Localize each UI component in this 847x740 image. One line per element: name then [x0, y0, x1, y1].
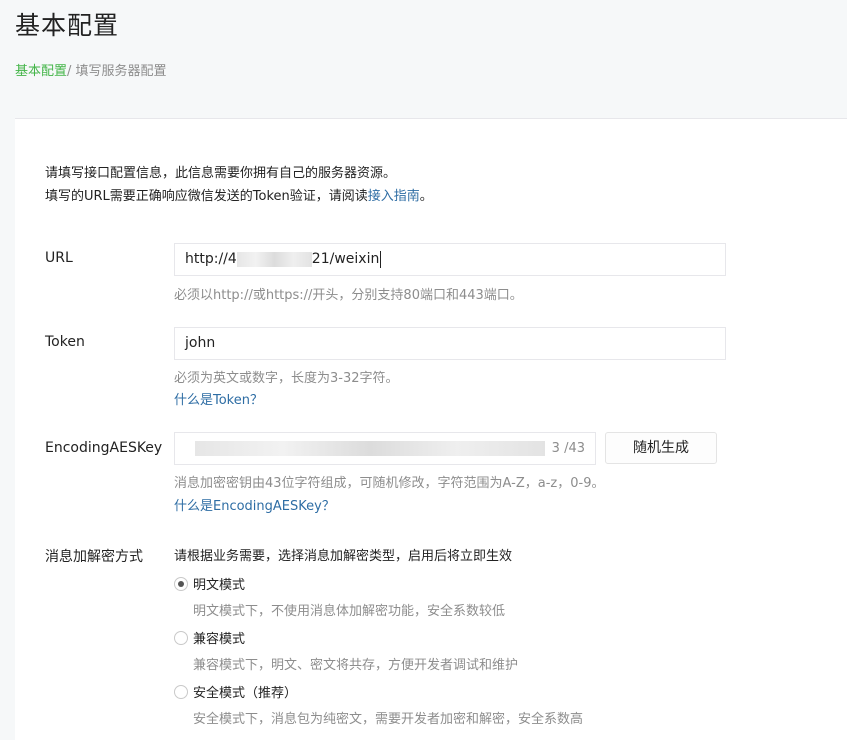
aeskey-label: EncodingAESKey [45, 440, 163, 456]
token-input[interactable]: john [174, 327, 726, 360]
intro-text: 请填写接口配置信息，此信息需要你拥有自己的服务器资源。 填写的URL需要正确响应… [45, 162, 433, 208]
intro-line-2: 填写的URL需要正确响应微信发送的Token验证，请阅读接入指南。 [45, 185, 433, 208]
intro-line-1: 请填写接口配置信息，此信息需要你拥有自己的服务器资源。 [45, 166, 397, 181]
url-value-start: http://4 [185, 251, 237, 267]
url-hint: 必须以http://或https://开头，分别支持80端口和443端口。 [174, 288, 523, 303]
radio-plaintext-mode[interactable]: 明文模式 [174, 574, 245, 593]
what-is-token-link[interactable]: 什么是Token？ [174, 389, 263, 408]
radio-secure-label: 安全模式（推荐） [193, 686, 298, 701]
radio-unchecked-icon[interactable] [174, 684, 188, 699]
aeskey-char-counter: 3 /43 [545, 433, 585, 464]
radio-compatible-mode[interactable]: 兼容模式 [174, 628, 245, 647]
aeskey-hint: 消息加密密钥由43位字符组成，可随机修改，字符范围为A-Z，a-z，0-9。 [174, 476, 605, 491]
access-guide-link[interactable]: 接入指南 [368, 189, 420, 204]
url-value-end: 21/weixin [311, 251, 380, 267]
radio-unchecked-icon[interactable] [174, 630, 188, 645]
random-generate-button[interactable]: 随机生成 [605, 432, 717, 464]
breadcrumb-separator: / [67, 64, 76, 79]
url-redacted-segment [236, 251, 312, 267]
intro-line-2-prefix: 填写的URL需要正确响应微信发送的Token验证，请阅读 [45, 189, 368, 204]
compatible-mode-desc: 兼容模式下，明文、密文将共存，方便开发者调试和维护 [193, 658, 519, 673]
server-config-card: 请填写接口配置信息，此信息需要你拥有自己的服务器资源。 填写的URL需要正确响应… [15, 118, 847, 740]
intro-line-2-suffix: 。 [419, 189, 433, 204]
encryption-mode-description: 请根据业务需要，选择消息加解密类型，启用后将立即生效 [174, 549, 513, 564]
page-title: 基本配置 [15, 11, 120, 40]
token-label: Token [45, 334, 85, 350]
aeskey-redacted-value [195, 440, 545, 456]
radio-checked-icon[interactable] [174, 576, 188, 591]
what-is-aeskey-link[interactable]: 什么是EncodingAESKey？ [174, 495, 335, 514]
url-input[interactable]: http://4 21/weixin [174, 243, 726, 276]
breadcrumb-root-link[interactable]: 基本配置 [15, 64, 67, 79]
radio-secure-mode[interactable]: 安全模式（推荐） [174, 682, 297, 701]
radio-plaintext-label: 明文模式 [193, 578, 246, 593]
text-caret [380, 250, 382, 268]
token-hint: 必须为英文或数字，长度为3-32字符。 [174, 371, 399, 386]
breadcrumb-current: 填写服务器配置 [75, 64, 167, 79]
plaintext-mode-desc: 明文模式下，不使用消息体加解密功能，安全系数较低 [193, 604, 506, 619]
aeskey-input[interactable]: 3 /43 [174, 432, 596, 465]
encryption-mode-label: 消息加解密方式 [45, 549, 143, 565]
secure-mode-desc: 安全模式下，消息包为纯密文，需要开发者加密和解密，安全系数高 [193, 712, 584, 727]
breadcrumb: 基本配置/ 填写服务器配置 [15, 60, 167, 79]
url-label: URL [45, 250, 73, 266]
radio-compatible-label: 兼容模式 [193, 632, 246, 647]
